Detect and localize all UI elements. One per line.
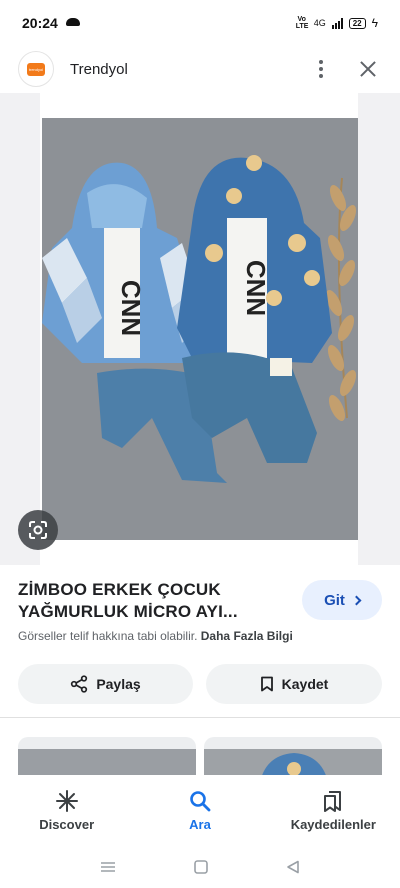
nav-discover[interactable]: Discover xyxy=(0,775,133,845)
menu-icon[interactable] xyxy=(100,861,116,873)
site-logo[interactable]: trendyol xyxy=(18,51,54,87)
nav-search-label: Ara xyxy=(189,817,211,832)
nav-saved[interactable]: Kaydedilenler xyxy=(267,775,400,845)
shirt-print-right: CNN xyxy=(241,260,271,316)
more-options-icon[interactable] xyxy=(306,54,336,84)
share-label: Paylaş xyxy=(96,676,141,692)
visit-button[interactable]: Git xyxy=(302,580,382,620)
source-header: trendyol Trendyol xyxy=(0,46,400,92)
site-name[interactable]: Trendyol xyxy=(70,61,128,78)
close-icon[interactable] xyxy=(354,55,382,83)
charging-icon: ϟ xyxy=(371,16,378,30)
network-type: 4G xyxy=(313,18,326,28)
save-button[interactable]: Kaydet xyxy=(206,664,382,704)
copyright-notice: Görseller telif hakkına tabi olabilir. D… xyxy=(18,629,293,643)
product-title[interactable]: ZİMBOO ERKEK ÇOCUK YAĞMURLUK MİCRO AYI..… xyxy=(18,579,288,623)
back-icon[interactable] xyxy=(286,860,300,874)
more-info-link[interactable]: Daha Fazla Bilgi xyxy=(201,629,293,643)
nav-saved-label: Kaydedilenler xyxy=(290,817,376,832)
product-image[interactable]: CNN CNN xyxy=(42,118,358,540)
system-navigation xyxy=(0,845,400,888)
share-icon xyxy=(71,675,88,693)
shirt-print-left: CNN xyxy=(116,280,146,336)
asterisk-icon xyxy=(55,790,78,812)
status-time: 20:24 xyxy=(22,15,58,31)
chevron-right-icon xyxy=(351,595,362,605)
lens-button[interactable] xyxy=(18,510,58,550)
volte-indicator: Vo LTE xyxy=(295,16,309,30)
status-icons: Vo LTE 4G 22 ϟ xyxy=(296,16,378,30)
lens-icon xyxy=(29,521,47,539)
bookmark-icon xyxy=(260,676,273,692)
section-divider xyxy=(0,717,400,718)
bookmarks-icon xyxy=(324,791,342,812)
bottom-navigation: Discover Ara Kaydedilenler xyxy=(0,775,400,845)
home-icon[interactable] xyxy=(194,859,208,874)
visit-label: Git xyxy=(324,591,345,609)
battery-icon: 22 xyxy=(348,17,366,29)
search-icon xyxy=(190,791,211,812)
nav-discover-label: Discover xyxy=(39,817,95,832)
nav-search[interactable]: Ara xyxy=(133,775,266,845)
signal-icon xyxy=(331,17,343,29)
copyright-text: Görseller telif hakkına tabi olabilir. xyxy=(18,629,198,643)
share-button[interactable]: Paylaş xyxy=(18,664,193,704)
status-bar: 20:24 Vo LTE 4G 22 ϟ xyxy=(0,0,400,46)
save-label: Kaydet xyxy=(281,676,329,692)
site-logo-text: trendyol xyxy=(27,62,45,76)
cloud-icon xyxy=(65,18,80,26)
